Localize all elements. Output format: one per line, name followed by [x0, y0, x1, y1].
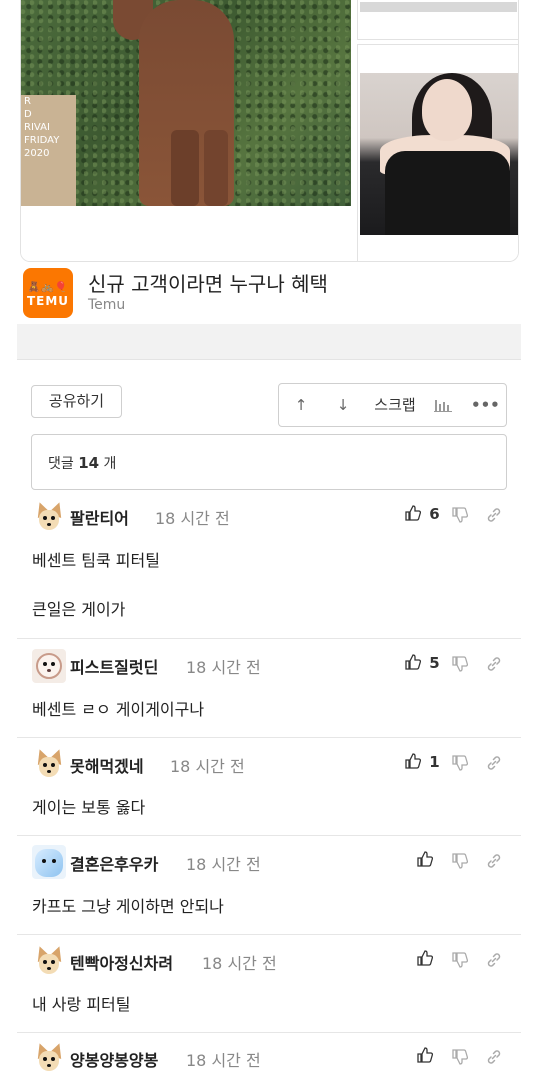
ad-main-photo: R D RIVAI FRIDAY 2020: [21, 0, 351, 206]
comment-count-suffix: 개: [103, 456, 117, 472]
thumbs-down-icon[interactable]: [452, 755, 469, 775]
ad-main-caption-space: [21, 206, 351, 261]
like-button[interactable]: [417, 1047, 434, 1065]
like-button[interactable]: [417, 950, 434, 968]
post-action-group: ↑ ↓ 스크랩 •••: [278, 383, 507, 427]
thumbs-down-icon[interactable]: [452, 1049, 469, 1069]
comment-item: 피스트질럿딘 18 시간 전 5 베센트 ㄹㅇ 게이게이구나: [17, 639, 521, 738]
avatar[interactable]: [32, 747, 66, 781]
comment-text: 카프도 그냥 게이하면 안되나: [32, 897, 224, 916]
ad-source: Temu: [88, 297, 126, 313]
model-leg: [204, 130, 228, 206]
sign-line: FRIDAY: [24, 135, 60, 146]
link-icon[interactable]: [486, 656, 502, 676]
thumbs-down-icon[interactable]: [452, 853, 469, 873]
comment-item: 텐빡아정신차려 18 시간 전 내 사랑 피터틸: [17, 935, 521, 1033]
like-button[interactable]: 5: [405, 654, 440, 672]
avatar[interactable]: [32, 500, 66, 534]
comment-text: 큰일은 게이가: [32, 600, 126, 619]
comment-count-value: 14: [78, 454, 100, 472]
comment-text: 내 사랑 피터틸: [32, 995, 131, 1014]
ad-side-photo: [360, 73, 518, 235]
like-button[interactable]: [417, 851, 434, 869]
share-button[interactable]: 공유하기: [31, 385, 122, 418]
section-divider: [17, 324, 521, 360]
comment-nickname[interactable]: 피스트질럿딘: [70, 654, 158, 678]
avatar[interactable]: [32, 845, 66, 879]
temu-logo-toys: 🧸🚲🎈: [27, 282, 69, 293]
more-icon[interactable]: •••: [471, 384, 500, 426]
link-icon[interactable]: [486, 853, 502, 873]
link-icon[interactable]: [486, 1049, 502, 1069]
sign-line: R: [24, 96, 31, 107]
thumbs-up-icon: [405, 654, 422, 670]
comment-text: 게이는 보통 옳다: [32, 798, 146, 817]
sign-line: 2020: [24, 148, 50, 159]
ad-side-thumb: [357, 44, 518, 261]
upvote-icon[interactable]: ↑: [287, 384, 315, 426]
avatar[interactable]: [32, 1041, 66, 1074]
comment-nickname[interactable]: 못해먹겠네: [70, 753, 144, 777]
thumbs-down-icon[interactable]: [452, 507, 469, 527]
thumbs-up-icon: [417, 1047, 434, 1063]
model-leg: [171, 130, 199, 206]
ad-title-row[interactable]: 🧸🚲🎈 TEMU 신규 고객이라면 누구나 혜택 Temu: [20, 262, 519, 324]
comment-text: 베센트 팀쿡 피터틸: [32, 551, 160, 570]
ad-side-thumb-top: [357, 0, 518, 40]
avatar[interactable]: [32, 649, 66, 683]
ad-sign: R D RIVAI FRIDAY 2020: [21, 95, 76, 206]
link-icon[interactable]: [486, 507, 502, 527]
thumbs-up-icon: [405, 505, 422, 521]
like-button[interactable]: 6: [405, 505, 440, 523]
link-icon[interactable]: [486, 952, 502, 972]
bar-chart-icon[interactable]: [429, 384, 457, 426]
comment-nickname[interactable]: 양봉양봉양봉: [70, 1047, 158, 1071]
sign-line: RIVAI: [24, 122, 50, 133]
comment-time: 18 시간 전: [202, 954, 277, 973]
thumbs-up-icon: [405, 753, 422, 769]
link-icon[interactable]: [486, 755, 502, 775]
comment-count-box: 댓글 14 개: [31, 434, 507, 490]
temu-logo: 🧸🚲🎈 TEMU: [23, 268, 73, 318]
sign-line: D: [24, 109, 32, 120]
comment-item: 못해먹겠네 18 시간 전 1 게이는 보통 옳다: [17, 738, 521, 836]
thumbs-down-icon[interactable]: [452, 952, 469, 972]
comment-time: 18 시간 전: [186, 1051, 261, 1070]
comment-time: 18 시간 전: [186, 658, 261, 677]
like-count: 6: [429, 505, 440, 523]
comment-item: 결혼은후우카 18 시간 전 카프도 그냥 게이하면 안되나: [17, 836, 521, 935]
comment-nickname[interactable]: 결혼은후우카: [70, 851, 158, 875]
thumbs-up-icon: [417, 851, 434, 867]
comment-item: 팔란티어 18 시간 전 6 베센트 팀쿡 피터틸 큰일은 게이가: [17, 492, 521, 639]
ad-image-card[interactable]: R D RIVAI FRIDAY 2020: [20, 0, 519, 262]
comment-time: 18 시간 전: [155, 509, 230, 528]
temu-logo-word: TEMU: [26, 294, 70, 308]
like-count: 5: [429, 654, 440, 672]
thumbs-up-icon: [417, 950, 434, 966]
comment-text: 베센트 ㄹㅇ 게이게이구나: [32, 700, 205, 719]
like-count: 1: [429, 753, 440, 771]
avatar[interactable]: [32, 944, 66, 978]
comment-nickname[interactable]: 텐빡아정신차려: [70, 950, 173, 974]
downvote-icon[interactable]: ↓: [329, 384, 357, 426]
comment-count-prefix: 댓글: [48, 456, 74, 472]
like-button[interactable]: 1: [405, 753, 440, 771]
comment-nickname[interactable]: 팔란티어: [70, 505, 129, 529]
comment-item: 양봉양봉양봉 18 시간 전: [17, 1033, 521, 1074]
thumbs-down-icon[interactable]: [452, 656, 469, 676]
scrap-button[interactable]: 스크랩: [371, 384, 419, 426]
comment-time: 18 시간 전: [186, 855, 261, 874]
comment-time: 18 시간 전: [170, 757, 245, 776]
ad-title[interactable]: 신규 고객이라면 누구나 혜택: [88, 268, 328, 297]
